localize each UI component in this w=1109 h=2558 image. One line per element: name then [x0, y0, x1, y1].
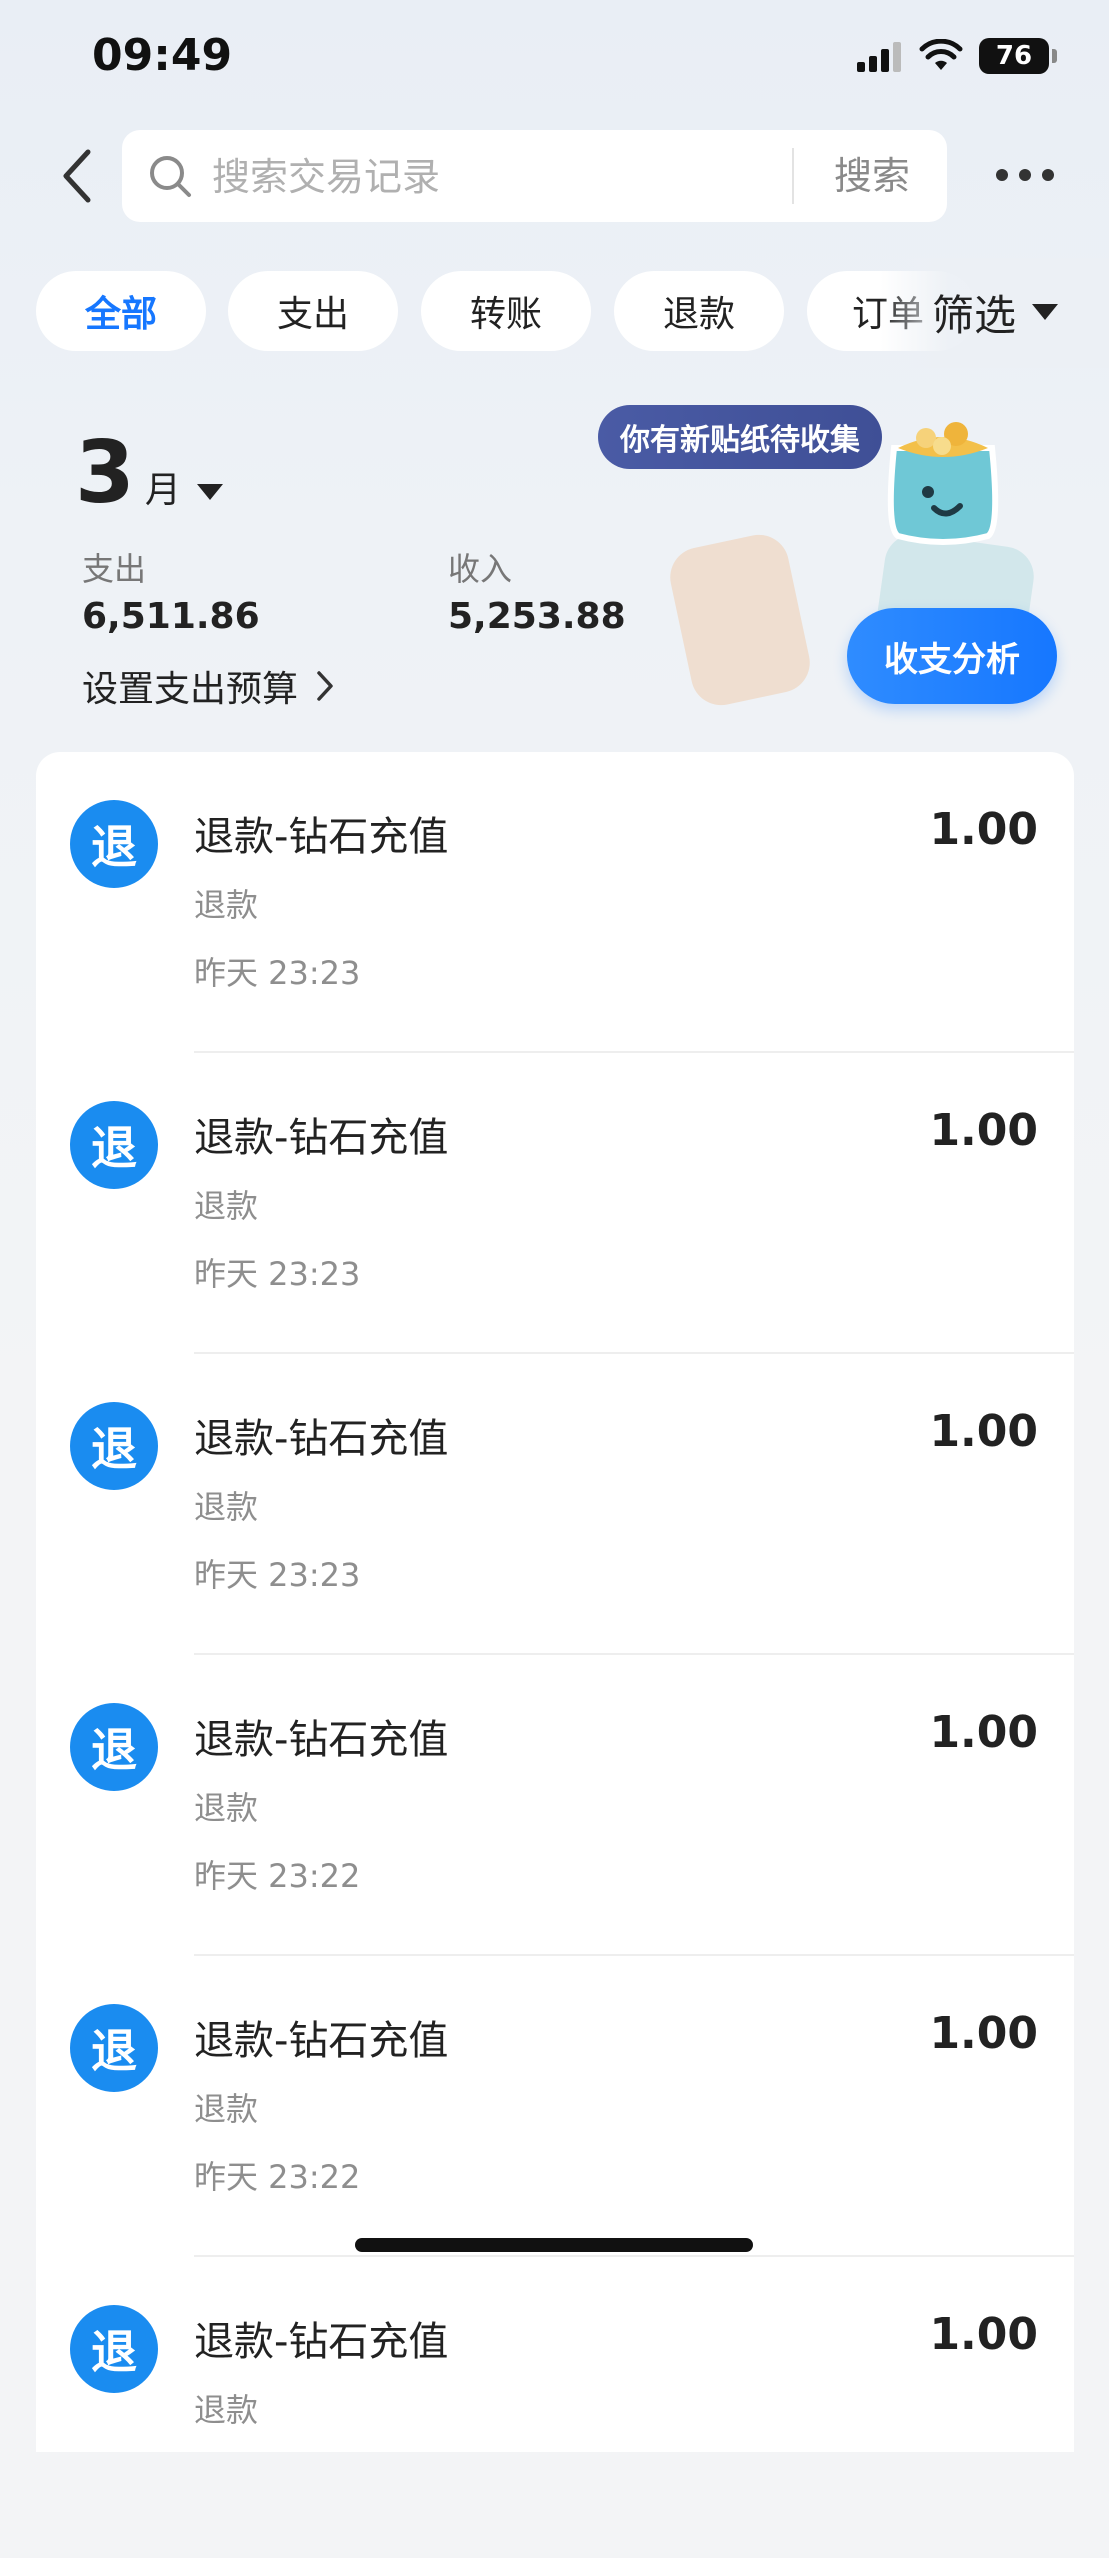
month-number: 3 — [75, 423, 135, 523]
transaction-time: 昨天 23:22 — [194, 1857, 361, 1895]
transaction-title: 退款-钻石充值 — [194, 1416, 449, 1462]
refund-icon: 退 — [70, 800, 158, 888]
chevron-right-icon — [317, 671, 333, 701]
filter-button[interactable]: 筛选 — [932, 280, 1060, 344]
transaction-amount: 1.00 — [929, 2008, 1038, 2059]
caret-down-icon — [196, 484, 223, 500]
transaction-row[interactable]: 退 退款-钻石充值 退款 1.00 — [36, 2257, 1074, 2558]
transaction-amount: 1.00 — [929, 1105, 1038, 1156]
expense-value: 6,511.86 — [82, 596, 260, 637]
wifi-icon — [919, 39, 963, 70]
more-dots-icon — [996, 169, 1054, 181]
transaction-type: 退款 — [194, 1789, 259, 1827]
tab-refund[interactable]: 退款 — [614, 271, 784, 351]
search-divider — [792, 148, 794, 204]
transaction-type: 退款 — [194, 1187, 259, 1225]
tab-all[interactable]: 全部 — [36, 271, 206, 351]
transaction-row[interactable]: 退 退款-钻石充值 退款 昨天 23:23 1.00 — [36, 1053, 1074, 1354]
battery-level: 76 — [995, 41, 1033, 71]
income-value: 5,253.88 — [448, 596, 626, 637]
transaction-title: 退款-钻石充值 — [194, 1115, 449, 1161]
refund-icon: 退 — [70, 1101, 158, 1189]
transaction-row[interactable]: 退 退款-钻石充值 退款 昨天 23:22 1.00 — [36, 1956, 1074, 2257]
month-selector[interactable]: 3 月 — [75, 430, 225, 516]
back-button[interactable] — [46, 140, 106, 212]
refund-icon: 退 — [70, 1402, 158, 1490]
transaction-type: 退款 — [194, 886, 259, 924]
status-icons: 76 — [857, 38, 1057, 74]
refund-icon: 退 — [70, 2004, 158, 2092]
search-button[interactable]: 搜索 — [812, 150, 932, 202]
transaction-time: 昨天 23:23 — [194, 1556, 361, 1594]
set-budget-link[interactable]: 设置支出预算 — [82, 660, 334, 712]
cellular-signal-icon — [857, 42, 901, 72]
transaction-time: 昨天 23:22 — [194, 2158, 361, 2196]
set-budget-label: 设置支出预算 — [82, 669, 299, 710]
chevron-left-icon — [63, 149, 91, 203]
expense-label: 支出 — [82, 550, 147, 588]
caret-down-icon — [1032, 304, 1059, 320]
transaction-title: 退款-钻石充值 — [194, 2018, 449, 2064]
transaction-amount: 1.00 — [929, 1707, 1038, 1758]
transaction-row[interactable]: 退 退款-钻石充值 退款 昨天 23:23 1.00 — [36, 1354, 1074, 1655]
tab-transfer[interactable]: 转账 — [421, 271, 591, 351]
battery-icon: 76 — [979, 38, 1057, 74]
filter-label: 筛选 — [932, 290, 1017, 340]
transaction-amount: 1.00 — [929, 1406, 1038, 1457]
transaction-time: 昨天 23:23 — [194, 1255, 361, 1293]
income-label: 收入 — [448, 550, 513, 588]
transaction-amount: 1.00 — [929, 2309, 1038, 2360]
sticker-bag-icon[interactable] — [876, 408, 1010, 548]
transaction-amount: 1.00 — [929, 804, 1038, 855]
status-bar: 09:49 76 — [0, 0, 1109, 120]
transaction-title: 退款-钻石充值 — [194, 2319, 449, 2365]
refund-icon: 退 — [70, 2305, 158, 2393]
sticker-notification[interactable]: 你有新贴纸待收集 — [598, 405, 882, 469]
transaction-row[interactable]: 退 退款-钻石充值 退款 昨天 23:23 1.00 — [36, 752, 1074, 1053]
transaction-type: 退款 — [194, 1488, 259, 1526]
search-bar: 搜索 — [122, 130, 947, 222]
transaction-row[interactable]: 退 退款-钻石充值 退款 昨天 23:22 1.00 — [36, 1655, 1074, 1956]
transaction-type: 退款 — [194, 2391, 259, 2429]
income-expense-analysis-button[interactable]: 收支分析 — [847, 608, 1057, 704]
status-time: 09:49 — [92, 30, 233, 81]
transaction-list: 退 退款-钻石充值 退款 昨天 23:23 1.00 退 退款-钻石充值 退款 … — [36, 752, 1074, 2452]
refund-icon: 退 — [70, 1703, 158, 1791]
transaction-title: 退款-钻石充值 — [194, 1717, 449, 1763]
month-unit: 月 — [144, 470, 181, 511]
more-options-button[interactable] — [985, 150, 1065, 200]
search-icon — [146, 152, 194, 200]
transaction-type: 退款 — [194, 2090, 259, 2128]
transaction-title: 退款-钻石充值 — [194, 814, 449, 860]
home-indicator[interactable] — [355, 2238, 753, 2252]
tab-expense[interactable]: 支出 — [228, 271, 398, 351]
transaction-time: 昨天 23:23 — [194, 954, 361, 992]
